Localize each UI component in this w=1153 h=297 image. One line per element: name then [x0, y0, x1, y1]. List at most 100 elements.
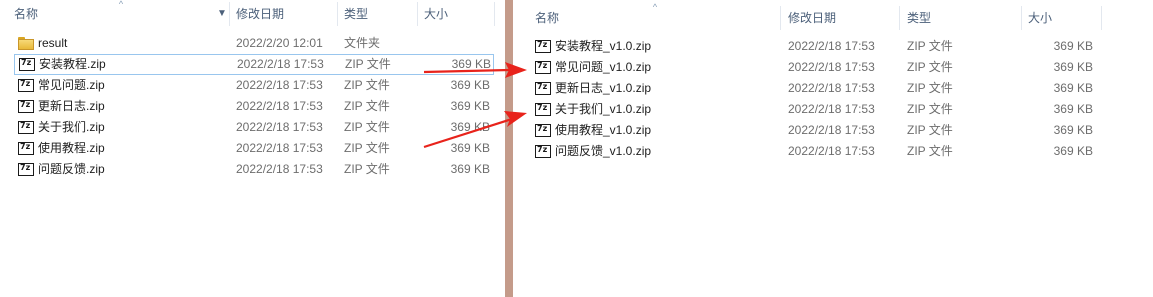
column-divider[interactable] [1101, 6, 1102, 30]
modified-date: 2022/2/18 17:53 [788, 102, 875, 116]
file-name-cell[interactable]: 关于我们.zip [18, 117, 105, 138]
left-column-header-bar: ^ 名称 ▼ 修改日期 类型 大小 [0, 0, 505, 28]
file-name-cell[interactable]: 问题反馈.zip [18, 159, 105, 180]
file-name-cell[interactable]: 问题反馈_v1.0.zip [535, 141, 651, 162]
file-name: 安装教程_v1.0.zip [555, 39, 652, 53]
column-divider[interactable] [494, 2, 495, 26]
zip-icon [535, 144, 551, 158]
zip-icon [18, 99, 34, 113]
file-name: 常见问题_v1.0.zip [555, 60, 652, 74]
file-type: ZIP 文件 [344, 120, 390, 134]
left-header-date[interactable]: 修改日期 [236, 0, 284, 28]
zip-icon [535, 39, 551, 53]
file-row[interactable]: result 2022/2/20 12:01 文件夹 [14, 33, 492, 54]
zip-icon [18, 162, 34, 176]
left-header-type[interactable]: 类型 [344, 0, 368, 28]
file-row[interactable]: 关于我们.zip 2022/2/18 17:53 ZIP 文件 369 KB [14, 117, 492, 138]
file-type: ZIP 文件 [907, 102, 953, 116]
file-size: 369 KB [1053, 102, 1093, 116]
column-divider[interactable] [417, 2, 418, 26]
column-divider[interactable] [780, 6, 781, 30]
column-divider[interactable] [899, 6, 900, 30]
file-name-cell[interactable]: result [18, 33, 67, 54]
file-row[interactable]: 安装教程.zip 2022/2/18 17:53 ZIP 文件 369 KB [14, 54, 494, 75]
right-header-type[interactable]: 类型 [907, 4, 931, 32]
folder-icon [18, 37, 34, 50]
column-divider[interactable] [337, 2, 338, 26]
file-name: 常见问题.zip [38, 78, 105, 92]
file-name: 关于我们.zip [38, 120, 105, 134]
file-type: ZIP 文件 [907, 60, 953, 74]
file-name-cell[interactable]: 使用教程.zip [18, 138, 105, 159]
file-row[interactable]: 关于我们_v1.0.zip 2022/2/18 17:53 ZIP 文件 369 KB [533, 99, 1123, 120]
modified-date: 2022/2/20 12:01 [236, 36, 323, 50]
zip-icon [18, 78, 34, 92]
file-type: 文件夹 [344, 36, 381, 50]
modified-date: 2022/2/18 17:53 [236, 120, 323, 134]
file-type: ZIP 文件 [345, 57, 391, 71]
modified-date: 2022/2/18 17:53 [236, 78, 323, 92]
left-header-size[interactable]: 大小 [424, 0, 448, 28]
file-name-cell[interactable]: 更新日志.zip [18, 96, 105, 117]
column-divider[interactable] [229, 2, 230, 26]
file-row[interactable]: 使用教程_v1.0.zip 2022/2/18 17:53 ZIP 文件 369 KB [533, 120, 1123, 141]
sort-ascending-icon: ^ [118, 0, 124, 9]
file-size: 369 KB [1053, 144, 1093, 158]
file-type: ZIP 文件 [344, 141, 390, 155]
file-size [414, 33, 490, 54]
modified-date: 2022/2/18 17:53 [788, 144, 875, 158]
right-file-list-pane: ^ 名称 修改日期 类型 大小 安装教程_v1.0.zip 2022/2/18 1… [513, 0, 1153, 297]
file-size: 369 KB [450, 141, 490, 155]
file-name: 更新日志.zip [38, 99, 105, 113]
file-type: ZIP 文件 [907, 39, 953, 53]
file-name-cell[interactable]: 安装教程.zip [19, 55, 106, 74]
right-header-date[interactable]: 修改日期 [788, 4, 836, 32]
file-name: 关于我们_v1.0.zip [555, 102, 652, 116]
file-size: 369 KB [1053, 81, 1093, 95]
file-name: 问题反馈.zip [38, 162, 105, 176]
file-row[interactable]: 安装教程_v1.0.zip 2022/2/18 17:53 ZIP 文件 369 KB [533, 36, 1123, 57]
file-name-cell[interactable]: 更新日志_v1.0.zip [535, 78, 651, 99]
file-row[interactable]: 更新日志.zip 2022/2/18 17:53 ZIP 文件 369 KB [14, 96, 492, 117]
modified-date: 2022/2/18 17:53 [237, 57, 324, 71]
file-type: ZIP 文件 [344, 78, 390, 92]
zip-icon [535, 81, 551, 95]
file-type: ZIP 文件 [344, 99, 390, 113]
sort-ascending-icon: ^ [652, 2, 658, 12]
zip-icon [535, 123, 551, 137]
file-row[interactable]: 使用教程.zip 2022/2/18 17:53 ZIP 文件 369 KB [14, 138, 492, 159]
column-divider[interactable] [1021, 6, 1022, 30]
file-row[interactable]: 更新日志_v1.0.zip 2022/2/18 17:53 ZIP 文件 369 KB [533, 78, 1123, 99]
modified-date: 2022/2/18 17:53 [236, 99, 323, 113]
file-size: 369 KB [451, 57, 491, 71]
left-header-name[interactable]: 名称 [14, 0, 38, 28]
right-header-name[interactable]: 名称 [535, 4, 559, 32]
file-name-cell[interactable]: 安装教程_v1.0.zip [535, 36, 651, 57]
modified-date: 2022/2/18 17:53 [236, 162, 323, 176]
file-name: 使用教程_v1.0.zip [555, 123, 652, 137]
file-type: ZIP 文件 [907, 144, 953, 158]
file-type: ZIP 文件 [907, 123, 953, 137]
zip-icon [18, 141, 34, 155]
chevron-down-icon[interactable]: ▼ [217, 0, 227, 28]
modified-date: 2022/2/18 17:53 [788, 60, 875, 74]
file-name-cell[interactable]: 关于我们_v1.0.zip [535, 99, 651, 120]
right-header-size[interactable]: 大小 [1028, 4, 1052, 32]
pane-divider[interactable] [505, 0, 513, 297]
file-size: 369 KB [1053, 123, 1093, 137]
file-name-cell[interactable]: 常见问题_v1.0.zip [535, 57, 651, 78]
file-row[interactable]: 常见问题_v1.0.zip 2022/2/18 17:53 ZIP 文件 369 KB [533, 57, 1123, 78]
left-file-list-pane: ^ 名称 ▼ 修改日期 类型 大小 result 2022/2/20 12:01 文… [0, 0, 505, 297]
zip-icon [535, 60, 551, 74]
file-row[interactable]: 问题反馈_v1.0.zip 2022/2/18 17:53 ZIP 文件 369 KB [533, 141, 1123, 162]
file-row[interactable]: 问题反馈.zip 2022/2/18 17:53 ZIP 文件 369 KB [14, 159, 492, 180]
file-name: result [38, 36, 68, 50]
file-row[interactable]: 常见问题.zip 2022/2/18 17:53 ZIP 文件 369 KB [14, 75, 492, 96]
file-size: 369 KB [450, 78, 490, 92]
file-size: 369 KB [450, 120, 490, 134]
file-size: 369 KB [1053, 39, 1093, 53]
file-name-cell[interactable]: 常见问题.zip [18, 75, 105, 96]
file-name-cell[interactable]: 使用教程_v1.0.zip [535, 120, 651, 141]
modified-date: 2022/2/18 17:53 [788, 123, 875, 137]
file-size: 369 KB [450, 162, 490, 176]
